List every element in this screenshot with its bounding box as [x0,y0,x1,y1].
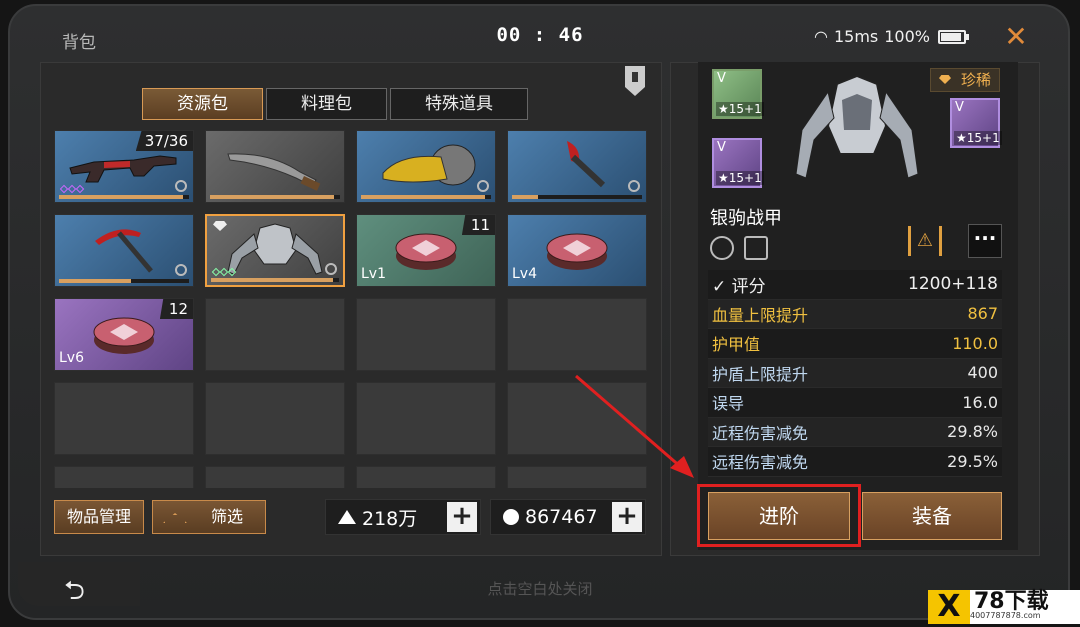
slot-count: 11 [461,215,495,235]
coin-amount: 867467 [525,506,598,528]
close-icon[interactable]: ✕ [998,22,1034,52]
empty-slot[interactable] [356,466,496,488]
inventory-slot-chest-lv6[interactable]: 12 Lv6 [54,298,194,371]
wifi-icon: ◠ [814,27,828,46]
stat-row: 远程伤害减免 29.5% [708,447,1002,477]
annotation-arrow [575,374,694,478]
tab-bar: 资源包 料理包 特殊道具 [142,88,528,120]
battery-label: 100% [884,27,930,46]
filter-icon [163,513,188,523]
stat-row: 误导 16.0 [708,388,1002,418]
resource-amount: 218万 [362,507,418,530]
slot-level: Lv6 [59,350,84,366]
lock-icon [325,263,337,275]
durability-bar [210,195,340,199]
inventory-slot-machete[interactable] [205,130,345,203]
empty-slot[interactable] [356,382,496,455]
pickaxe-icon [95,228,153,273]
watermark-logo: X [928,590,970,624]
stat-row: 近程伤害减免 29.8% [708,417,1002,447]
watermark-url: 4007787878.com [970,611,1041,620]
stat-row: 血量上限提升 867 [708,299,1002,329]
filter-button[interactable]: 筛选 [152,500,267,534]
add-coin-button[interactable]: + [612,502,642,532]
durability-bar [512,195,642,199]
slot-count: 37/36 [135,131,193,151]
equip-button[interactable]: 装备 [862,492,1002,540]
inventory-slot-axe[interactable] [507,130,647,203]
coin-icon [503,509,519,525]
resource-currency: 218万 + [325,499,481,535]
inventory-slot-chest-lv4[interactable]: Lv4 [507,214,647,287]
tab-resource-pack[interactable]: 资源包 [142,88,263,120]
gem-icon [939,75,951,84]
lock-icon [175,180,187,192]
battery-icon [938,29,966,44]
inventory-grid: 37/36 11 Lv1 Lv4 12 Lv6 [54,130,647,488]
no-trade-icon [710,236,734,260]
item-name: 银驹战甲 [710,208,782,229]
tab-special-items[interactable]: 特殊道具 [390,88,528,120]
coin-currency: 867467 + [490,499,646,535]
skill-tag-icon[interactable]: ⚠ [908,226,942,256]
durability-bar [361,195,491,199]
rarity-dots [59,184,85,194]
tab-food-pack[interactable]: 料理包 [266,88,387,120]
empty-slot[interactable] [205,382,345,455]
inventory-slot-armor[interactable] [205,214,345,287]
status-bar: ◠ 15ms 100% [814,27,969,46]
chest-icon [93,317,155,354]
axe-icon [567,140,606,187]
inventory-slot-pickaxe[interactable] [54,214,194,287]
machete-icon [227,152,321,191]
inventory-slot-vehicle-part[interactable] [356,130,496,203]
empty-slot[interactable] [54,466,194,488]
engine-icon [382,144,476,185]
filter-label: 筛选 [211,507,244,526]
lock-icon [175,264,187,276]
lock-icon [628,180,640,192]
advance-button[interactable]: 进阶 [708,492,850,540]
close-hint: 点击空白处关闭 [487,580,593,598]
stat-row: 护甲值 110.0 [708,329,1002,359]
rarity-badge: 珍稀 [930,68,1000,92]
rarity-dots [211,267,237,277]
module-slot[interactable]: V ★15+1 [950,98,1002,148]
slot-count: 12 [159,299,193,319]
watermark: X 78下载 4007787878.com [928,590,1080,624]
stat-row: ✓ 评分 1200+118 [708,270,1002,300]
battery-tip [966,33,969,40]
empty-slot[interactable] [356,298,496,371]
slot-level: Lv4 [512,266,537,282]
chest-icon [395,233,457,270]
item-manage-button[interactable]: 物品管理 [54,500,145,534]
empty-slot[interactable] [54,382,194,455]
armor-preview-icon [795,74,919,179]
lock-icon [477,180,489,192]
empty-slot[interactable] [205,298,345,371]
module-slot[interactable]: V ★15+1 [712,69,764,119]
chest-icon [546,233,608,270]
mountain-icon [338,510,356,524]
slot-level: Lv1 [361,266,386,282]
durability-bar [59,195,189,199]
inventory-slot-chest-lv1[interactable]: 11 Lv1 [356,214,496,287]
inventory-slot-rifle[interactable]: 37/36 [54,130,194,203]
add-resource-button[interactable]: + [447,502,477,532]
empty-slot[interactable] [205,466,345,488]
stat-row: 护盾上限提升 400 [708,358,1002,388]
module-slot[interactable]: V ★15+1 [712,138,764,188]
inventory-actions: 物品管理 筛选 [54,500,267,534]
more-options-button[interactable]: ··· [968,224,1002,258]
durability-bar [211,278,339,282]
empty-slot[interactable] [507,298,647,371]
watermark-brand: 78下载 [974,589,1049,614]
armor-icon [227,222,323,275]
stats-table: ✓ 评分 1200+118 血量上限提升 867 护甲值 110.0 护盾上限提… [708,270,1002,477]
gear-icon [744,236,768,260]
durability-bar [59,279,189,283]
ping-label: 15ms [833,27,879,46]
